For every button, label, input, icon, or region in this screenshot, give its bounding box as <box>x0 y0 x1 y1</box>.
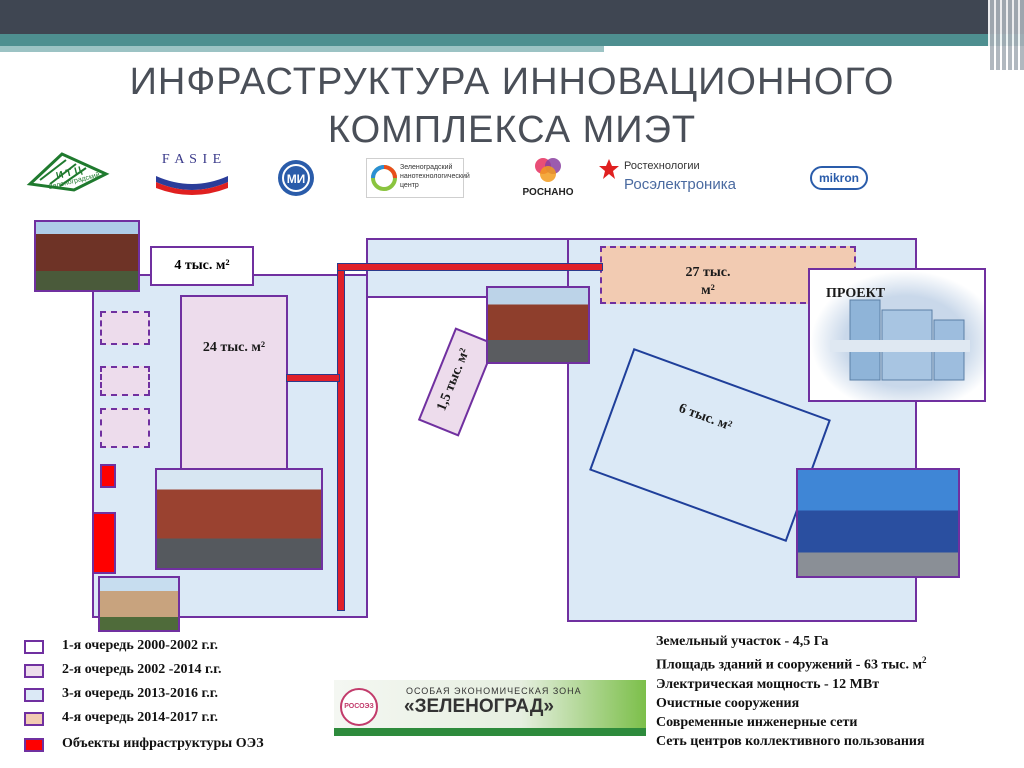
miet-logo: МИ <box>276 158 316 198</box>
label-27k-line1: 27 тыс. <box>685 265 731 280</box>
legend-swatch-5 <box>24 738 44 752</box>
legend-text-1: 1-я очередь 2000-2002 г.г. <box>62 638 219 653</box>
facts-list: Земельный участок - 4,5 Га Площадь здани… <box>656 632 927 751</box>
fact-area: Площадь зданий и сооружений - 63 тыс. м2 <box>656 651 927 675</box>
planned-building-1 <box>100 311 150 345</box>
nano-center-text: Зеленоградский нанотехнологический центр <box>400 164 470 189</box>
fasie-flag-icon <box>156 176 228 195</box>
photo-building-2 <box>155 468 323 570</box>
nano-center-logo: Зеленоградский нанотехнологический центр <box>366 158 470 198</box>
label-27k-line2: м² <box>701 283 715 298</box>
fact-land: Земельный участок - 4,5 Га <box>656 634 829 649</box>
svg-text:МИ: МИ <box>287 172 306 186</box>
nano-center-ring-icon <box>371 165 397 191</box>
fact-area-text: Площадь зданий и сооружений - 63 тыс. м <box>656 657 922 673</box>
fact-networks: Современные инженерные сети <box>656 714 858 730</box>
fact-centers: Сеть центров коллективного пользования <box>656 733 925 749</box>
fasie-logo: F A S I E <box>152 152 232 198</box>
photo-building-1 <box>34 220 140 292</box>
label-24k: 24 тыс. м² <box>202 340 266 355</box>
label-project: ПРОЕКТ <box>826 286 886 301</box>
photo-building-4 <box>486 286 590 364</box>
rosnano-emblem-icon <box>535 158 561 182</box>
oez-banner-main: «ЗЕЛЕНОГРАД» <box>404 696 554 717</box>
itc-logo: И Т Ц Зеленоградский <box>26 150 110 196</box>
mikron-logo: mikron <box>810 166 868 190</box>
legend-swatch-1 <box>24 640 44 654</box>
planned-building-3 <box>100 408 150 448</box>
rostech-logo: Ростехнологии Росэлектроника <box>598 158 758 198</box>
fact-treatment: Очистные сооружения <box>656 695 800 711</box>
rostech-star-icon <box>599 159 619 179</box>
fact-power: Электрическая мощность - 12 МВт <box>656 676 880 692</box>
legend-text-4: 4-я очередь 2014-2017 г.г. <box>62 710 219 725</box>
planned-building-2 <box>100 366 150 396</box>
oez-banner: РОСОЭЗ ОСОБАЯ ЭКОНОМИЧЕСКАЯ ЗОНА «ЗЕЛЕНО… <box>334 680 646 736</box>
title-line-2: КОМПЛЕКСА МИЭТ <box>327 109 697 151</box>
label-4k: 4 тыс. м² <box>150 246 254 286</box>
title-line-1: ИНФРАСТРУКТУРА ИННОВАЦИОННОГО <box>129 61 895 103</box>
utility-line-vertical <box>337 263 345 611</box>
legend-swatch-3 <box>24 688 44 702</box>
page-title: ИНФРАСТРУКТУРА ИННОВАЦИОННОГО КОМПЛЕКСА … <box>80 58 944 154</box>
label-27k: 27 тыс. м² <box>668 264 748 300</box>
photo-building-5 <box>796 468 960 578</box>
oez-badge: РОСОЭЗ <box>340 688 378 726</box>
rosnano-text: РОСНАНО <box>522 187 574 198</box>
roselectronika-text: Росэлектроника <box>624 176 736 193</box>
header-accent <box>0 34 1024 46</box>
infrastructure-object-small <box>100 464 116 488</box>
photo-building-3 <box>98 576 180 632</box>
legend-swatch-4 <box>24 712 44 726</box>
fact-area-sup: 2 <box>922 655 927 665</box>
rostech-text: Ростехнологии <box>624 160 700 172</box>
rosnano-logo: РОСНАНО <box>518 156 578 200</box>
legend-text-3: 3-я очередь 2013-2016 г.г. <box>62 686 219 701</box>
infrastructure-object-large <box>92 512 116 574</box>
utility-line-top <box>337 263 603 271</box>
header-stripes <box>988 0 1024 70</box>
legend-swatch-2 <box>24 664 44 678</box>
header-bar <box>0 0 1024 34</box>
legend-text-2: 2-я очередь 2002 -2014 г.г. <box>62 662 222 677</box>
fasie-text: F A S I E <box>161 152 223 167</box>
oez-banner-stripe <box>334 728 646 736</box>
building-24k <box>180 295 288 473</box>
oez-banner-top: ОСОБАЯ ЭКОНОМИЧЕСКАЯ ЗОНА <box>406 686 582 696</box>
header-accent-light <box>0 46 604 52</box>
utility-line-connector <box>286 374 340 382</box>
miet-emblem-icon: МИ <box>278 160 314 196</box>
legend-text-5: Объекты инфраструктуры ОЭЗ <box>62 736 264 751</box>
